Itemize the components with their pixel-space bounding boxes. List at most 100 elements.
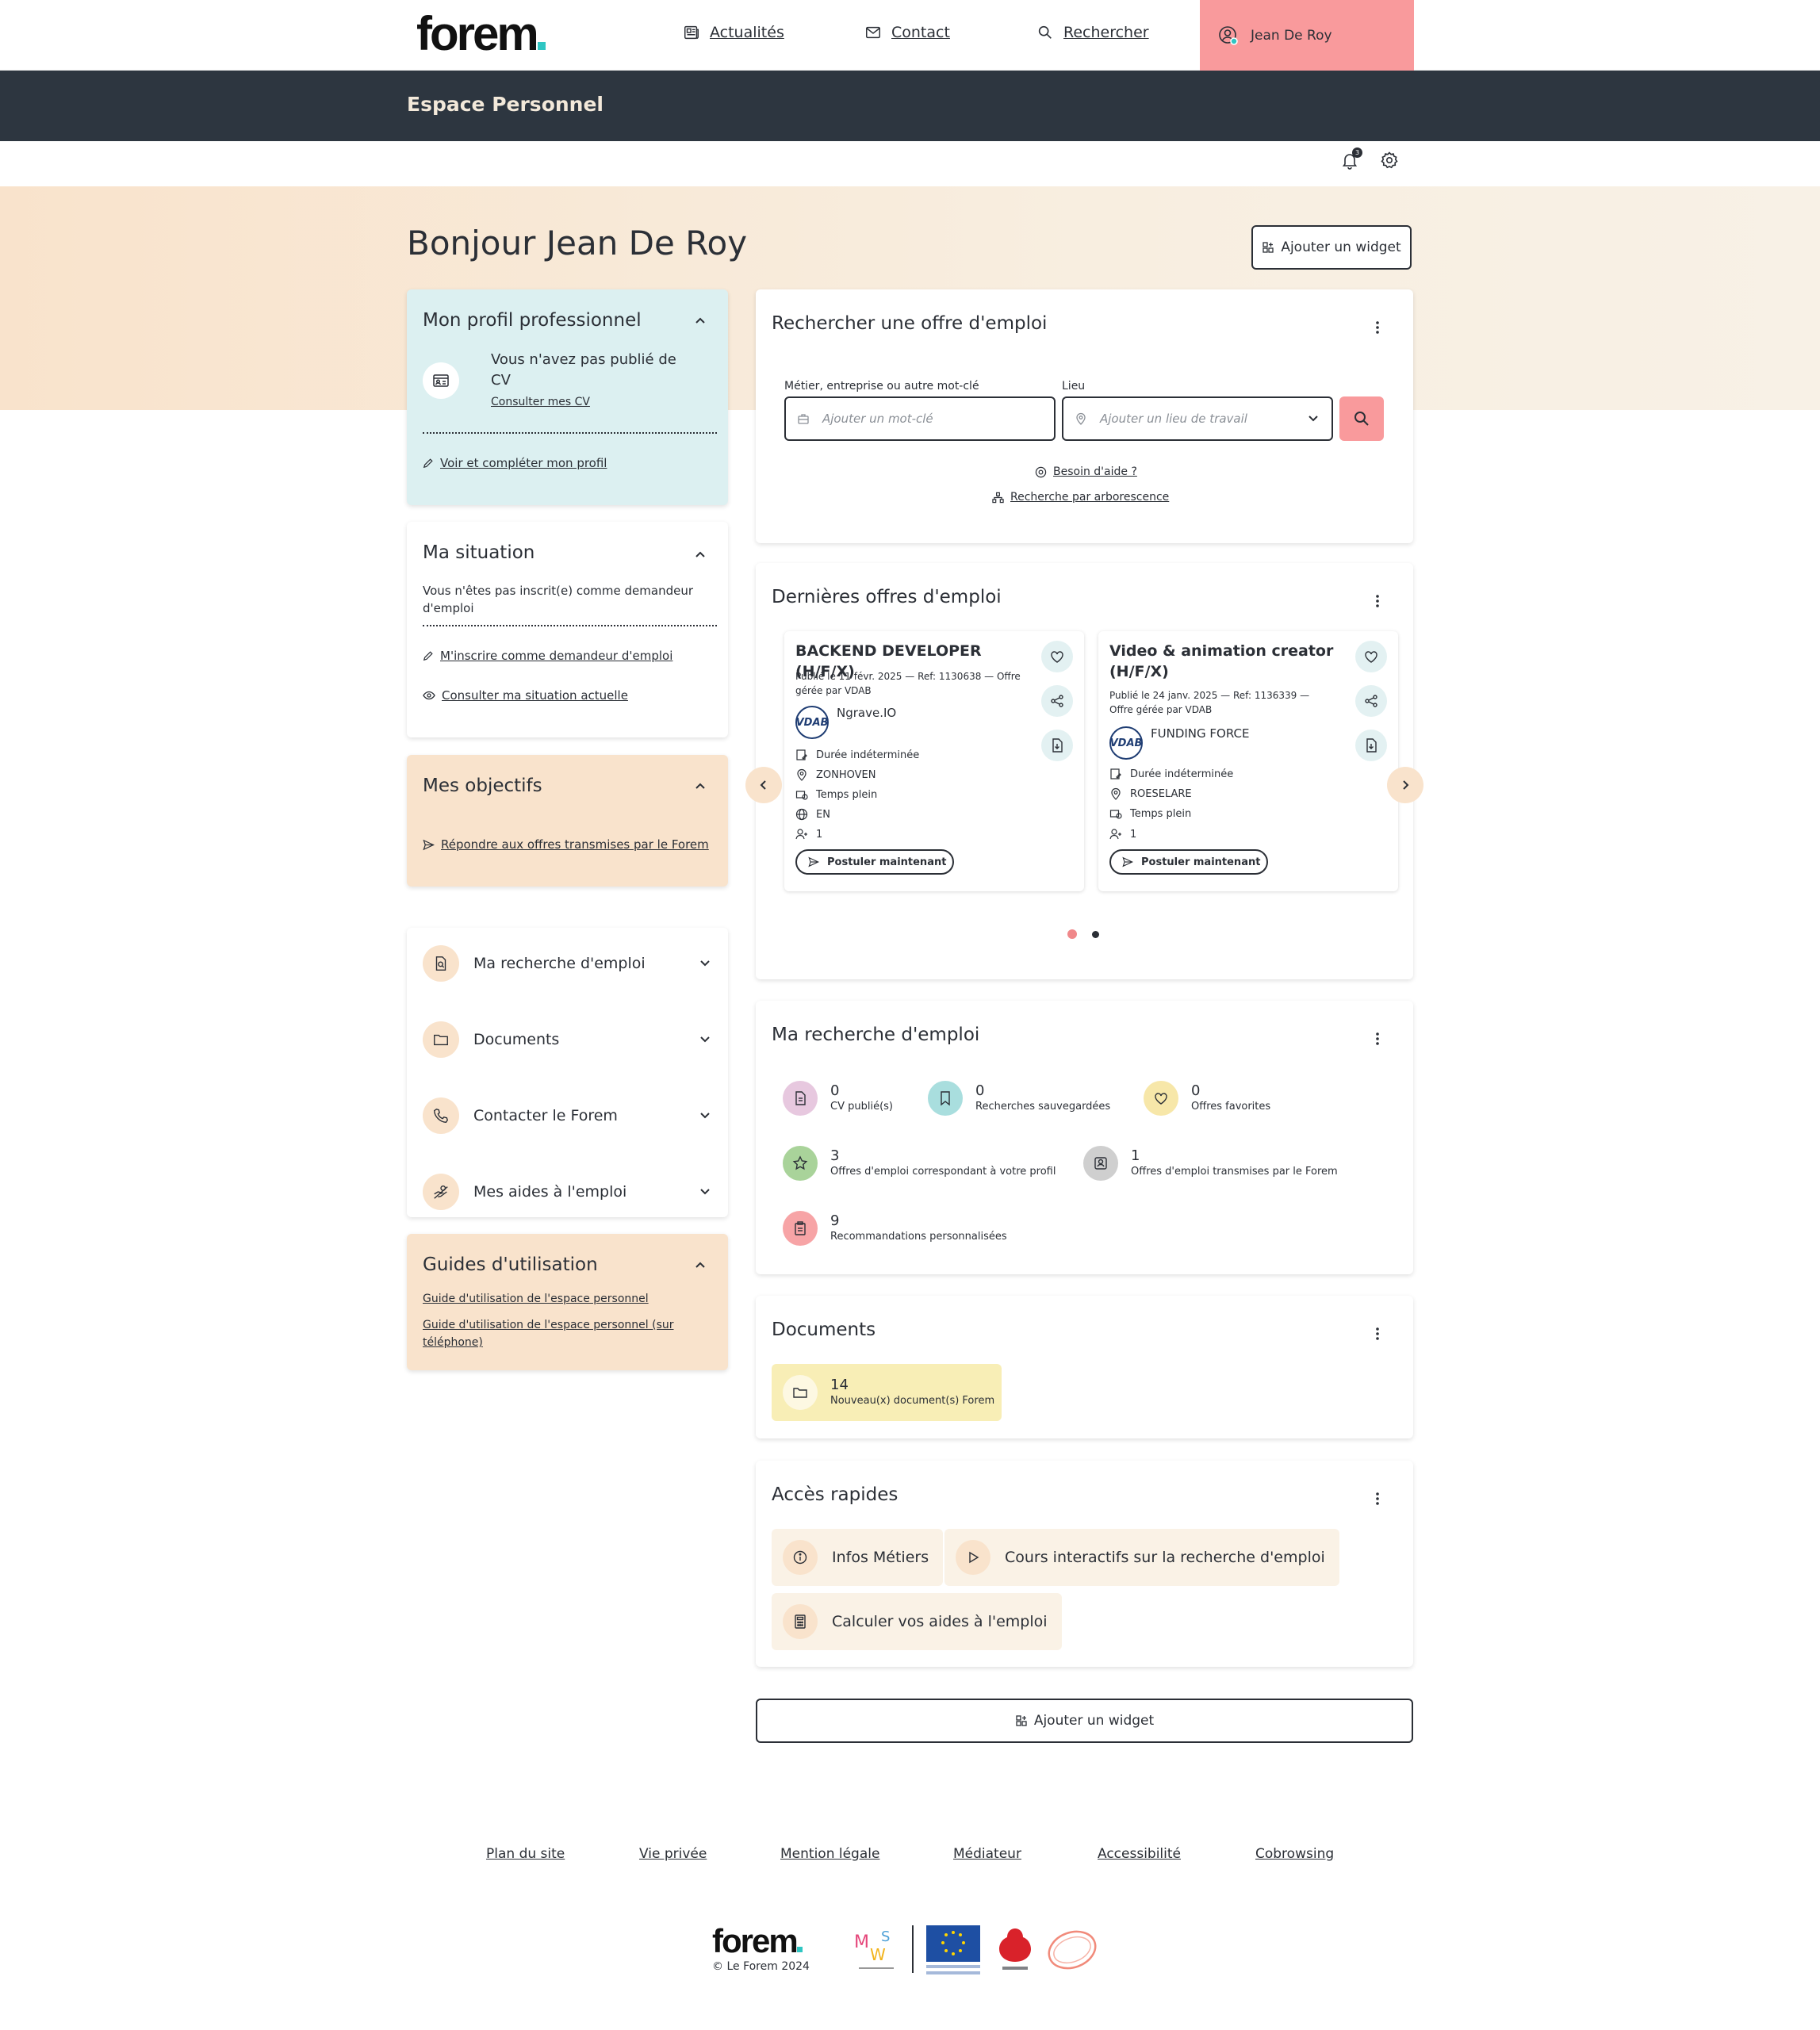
footer-link-mediator[interactable]: Médiateur [953,1846,1021,1862]
accordion-item-contact[interactable]: Contacter le Forem [423,1094,712,1138]
location-pin-icon [1111,787,1121,800]
answer-offers-link[interactable]: Répondre aux offres transmises par le Fo… [423,837,709,852]
chevron-up-icon[interactable] [693,313,707,327]
share-icon [1051,695,1063,707]
nav-news-link[interactable]: Actualités [683,24,784,41]
consult-cv-link[interactable]: Consulter mes CV [491,396,590,408]
apply-now-label: Postuler maintenant [827,856,947,868]
clipboard-icon [795,1221,806,1235]
kebab-menu-icon[interactable] [1375,1326,1380,1342]
register-label: M'inscrire comme demandeur d'emploi [440,649,673,663]
share-button[interactable] [1355,685,1387,717]
download-pdf-button[interactable] [1041,730,1073,761]
pencil-icon [423,651,433,661]
carousel-dot-active[interactable] [1067,929,1077,939]
complete-profile-link[interactable]: Voir et compléter mon profil [423,456,607,470]
forem-logo[interactable]: forem [416,6,546,61]
eu-flag-icon [926,1925,980,1974]
guide-mobile-link[interactable]: Guide d'utilisation de l'espace personne… [423,1316,708,1351]
kebab-menu-icon[interactable] [1375,1031,1380,1047]
nav-search-link[interactable]: Rechercher [1036,24,1149,41]
accordion-item-job-search[interactable]: Ma recherche d'emploi [423,941,712,986]
guide-link[interactable]: Guide d'utilisation de l'espace personne… [423,1293,649,1305]
partner-logo-synerjob[interactable] [1045,1925,1099,1974]
carousel-dot[interactable] [1092,931,1099,938]
keyword-input[interactable]: Ajouter un mot-clé [784,396,1056,441]
job-schedule: Temps plein [1109,807,1191,820]
register-jobseeker-link[interactable]: M'inscrire comme demandeur d'emploi [423,649,672,663]
answer-offers-label: Répondre aux offres transmises par le Fo… [441,837,709,852]
add-widget-button-top[interactable]: Ajouter un widget [1251,225,1412,270]
quick-access-courses[interactable]: Cours interactifs sur la recherche d'emp… [944,1529,1339,1586]
help-link[interactable]: Besoin d'aide ? [1035,465,1137,478]
duration-label: Durée indéterminée [1130,768,1234,780]
stat-forwarded-offers[interactable]: 1 Offres d'emploi transmises par le Forem [1072,1135,1338,1192]
user-menu[interactable]: Jean De Roy [1200,0,1414,71]
footer-link-sitemap[interactable]: Plan du site [486,1846,565,1862]
chevron-up-icon[interactable] [693,779,707,793]
quick-access-label: Cours interactifs sur la recherche d'emp… [1005,1549,1325,1566]
stat-matching-offers[interactable]: 3 Offres d'emploi correspondant à votre p… [772,1135,1059,1192]
partner-logo-mws[interactable]: MWS [853,1925,900,1973]
accordion-item-documents[interactable]: Documents [423,1017,712,1062]
tree-search-link[interactable]: Recherche par arborescence [992,491,1169,504]
stat-number: 3 [830,1147,840,1164]
footer-forem-logo[interactable]: forem [712,1922,803,1960]
favorite-button[interactable] [1041,641,1073,672]
stat-favorites[interactable]: 0 Offres favorites [1132,1070,1278,1127]
accordion-label: Mes aides à l'emploi [473,1183,627,1201]
add-widget-button-bottom[interactable]: Ajouter un widget [756,1699,1413,1743]
apply-now-button[interactable]: Postuler maintenant [795,849,954,875]
footer-link-legal[interactable]: Mention légale [780,1846,879,1862]
play-icon [969,1551,979,1564]
job-offer-card[interactable]: Video & animation creator (H/F/X) Publié… [1098,631,1398,891]
footer-link-privacy[interactable]: Vie privée [639,1846,707,1862]
current-situation-link[interactable]: Consulter ma situation actuelle [423,688,628,703]
job-offer-card[interactable]: BACKEND DEVELOPER (H/F/X) Publié le 11 f… [784,631,1084,891]
document-icon [795,1091,806,1105]
kebab-menu-icon[interactable] [1375,320,1380,335]
nav-contact-link[interactable]: Contact [864,24,950,41]
kebab-menu-icon[interactable] [1375,1491,1380,1507]
document-search-icon [435,956,446,971]
chevron-up-icon[interactable] [693,1258,707,1272]
send-icon [423,839,435,850]
stat-new-documents[interactable]: 14 Nouveau(x) document(s) Forem [772,1364,1002,1421]
stat-label: Nouveau(x) document(s) Forem [830,1395,995,1407]
quick-access-calculator[interactable]: Calculer vos aides à l'emploi [772,1593,1062,1650]
company-name: Ngrave.IO [837,706,897,720]
share-button[interactable] [1041,685,1073,717]
location-input[interactable]: Ajouter un lieu de travail [1062,396,1333,441]
stat-number: 0 [830,1082,840,1099]
calculator-icon [795,1614,806,1629]
search-submit-button[interactable] [1339,396,1384,441]
schedule-label: Temps plein [816,788,878,801]
notifications-button[interactable]: 3 [1340,147,1362,171]
download-pdf-button[interactable] [1355,730,1387,761]
profile-card: Mon profil professionnel Vous n'avez pas… [407,289,728,505]
widget-icon [1263,242,1274,253]
stat-saved-searches[interactable]: 0 Recherches sauvegardées [917,1070,1119,1127]
partner-logo-wallonie[interactable] [998,1925,1033,1974]
kebab-menu-icon[interactable] [1375,593,1380,609]
settings-button[interactable] [1380,151,1400,171]
footer-link-accessibility[interactable]: Accessibilité [1098,1846,1181,1862]
carousel-prev-button[interactable] [745,767,782,803]
chevron-up-icon[interactable] [693,547,707,561]
stat-recommendations[interactable]: 9 Recommandations personnalisées [772,1200,1013,1257]
positions-label: 1 [1130,828,1137,841]
company: VDAB FUNDING FORCE [1109,726,1249,760]
phone-icon [434,1108,449,1123]
accordion-item-aids[interactable]: Mes aides à l'emploi [423,1170,712,1214]
stat-cv-published[interactable]: 0 CV publié(s) [772,1070,902,1127]
quick-access-infos-metiers[interactable]: Infos Métiers [772,1529,944,1586]
footer-link-cobrowsing[interactable]: Cobrowsing [1255,1846,1334,1862]
apply-now-button[interactable]: Postuler maintenant [1109,849,1268,875]
company-logo: VDAB [795,706,829,739]
job-duration: Durée indéterminée [1109,768,1233,780]
partner-logo-eu[interactable] [926,1925,980,1978]
synerjob-logo-icon [1048,1930,1097,1970]
heart-icon [1365,651,1377,663]
carousel-next-button[interactable] [1387,767,1423,803]
favorite-button[interactable] [1355,641,1387,672]
